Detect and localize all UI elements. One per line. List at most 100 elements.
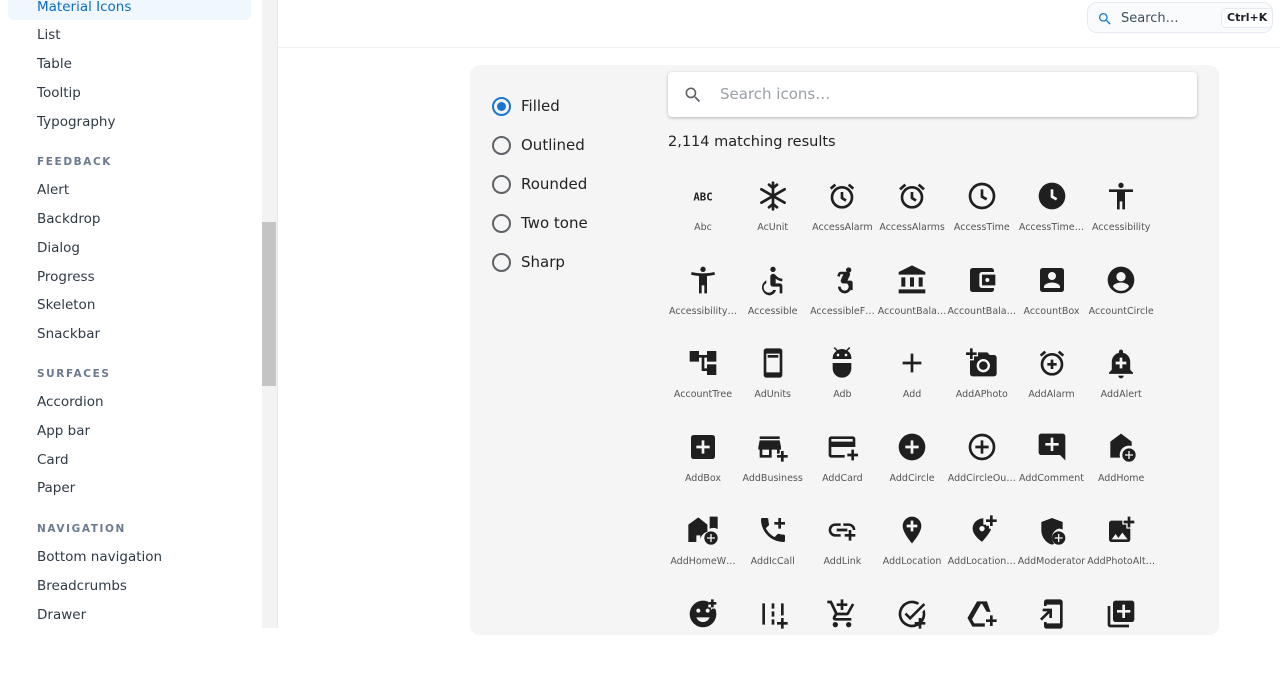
icon-tile[interactable]: Adb	[807, 347, 877, 431]
sidebar-scrollbar-thumb[interactable]	[262, 222, 276, 386]
icon-tile[interactable]	[668, 598, 738, 682]
icon-tile-label: AddBusiness	[742, 472, 803, 484]
icon-tile-label: AddPhotoAlt…	[1087, 556, 1156, 567]
icon-tile[interactable]: AddBox	[668, 431, 738, 515]
icon-tile[interactable]: AddPhotoAlt…	[1086, 514, 1156, 598]
icon-tile[interactable]: AddAlarm	[1017, 347, 1087, 431]
add-icon	[896, 347, 928, 379]
access-time-filled-icon	[1036, 180, 1068, 212]
icon-tile-label: AccountBala…	[877, 305, 947, 317]
abc-icon: ABC	[687, 180, 719, 212]
icon-tile[interactable]: AccessAlarms	[877, 180, 947, 264]
radio-button-unchecked-icon	[492, 135, 511, 155]
icon-tile[interactable]: Accessible	[738, 264, 808, 348]
sidebar-item-typography[interactable]: Typography	[8, 109, 251, 135]
icon-tile[interactable]: AddComment	[1017, 431, 1087, 515]
sidebar-item-progress[interactable]: Progress	[8, 264, 251, 290]
icon-tile[interactable]: ABC Abc	[668, 180, 738, 264]
icon-tile[interactable]: AddHome	[1086, 431, 1156, 515]
add-home-icon	[1105, 431, 1137, 463]
sidebar-item-app-bar[interactable]: App bar	[8, 418, 251, 444]
icon-tile[interactable]: AddIcCall	[738, 514, 808, 598]
radio-rounded[interactable]: Rounded	[492, 173, 587, 195]
icon-tile[interactable]: AddLocation…	[947, 514, 1017, 598]
icon-tile[interactable]	[877, 598, 947, 682]
icon-tile[interactable]: AccountTree	[668, 347, 738, 431]
icon-tile[interactable]: AccountBox	[1017, 264, 1087, 348]
sidebar-item-dialog[interactable]: Dialog	[8, 235, 251, 261]
icon-tile[interactable]	[1086, 598, 1156, 682]
sidebar-item-breadcrumbs[interactable]: Breadcrumbs	[8, 573, 251, 599]
icon-tile[interactable]: AddCircle	[877, 431, 947, 515]
sidebar-item-bottom-navigation[interactable]: Bottom navigation	[8, 544, 251, 570]
icon-tile[interactable]: AccountBala…	[877, 264, 947, 348]
search-icon	[1097, 11, 1113, 27]
icon-tile[interactable]: AddLink	[807, 514, 877, 598]
icon-tile[interactable]: AddBusiness	[738, 431, 808, 515]
radio-sharp[interactable]: Sharp	[492, 251, 565, 273]
sidebar-item-table[interactable]: Table	[8, 51, 251, 77]
icon-tile[interactable]	[738, 598, 808, 682]
icon-tile[interactable]: AddHomeW…	[668, 514, 738, 598]
icon-tile-label: AddModerator	[1017, 556, 1086, 567]
icon-tile[interactable]: Add	[877, 347, 947, 431]
icon-tile-label: AccessibleF…	[810, 305, 875, 317]
radio-two-tone[interactable]: Two tone	[492, 212, 588, 234]
account-balance-wallet-icon	[966, 264, 998, 296]
icon-tile[interactable]: AccessAlarm	[807, 180, 877, 264]
sidebar-item-skeleton[interactable]: Skeleton	[8, 292, 251, 318]
icon-tile[interactable]	[807, 598, 877, 682]
icon-tile[interactable]: AccessTime	[947, 180, 1017, 264]
icon-tile[interactable]: AcUnit	[738, 180, 808, 264]
accessibility-new-icon	[687, 264, 719, 296]
sidebar-item-snackbar[interactable]: Snackbar	[8, 321, 251, 347]
add-location-icon	[896, 514, 928, 546]
radio-button-unchecked-icon	[492, 252, 511, 272]
icon-tile-label: AccountBox	[1023, 305, 1080, 317]
radio-outlined[interactable]: Outlined	[492, 134, 585, 156]
sidebar-item-card[interactable]: Card	[8, 447, 251, 473]
ac-unit-icon	[757, 180, 789, 212]
add-to-home-screen-icon	[1036, 598, 1068, 630]
icon-tile[interactable]: AdUnits	[738, 347, 808, 431]
icon-tile[interactable]: Accessibility…	[668, 264, 738, 348]
add-to-photos-icon	[1105, 598, 1137, 630]
sidebar-item-drawer[interactable]: Drawer	[8, 602, 251, 628]
icon-tile[interactable]: AddCircleOu…	[947, 431, 1017, 515]
add-business-icon	[757, 431, 789, 463]
sidebar: Material Icons List Table Tooltip Typogr…	[0, 0, 262, 628]
icon-search-field[interactable]: Search icons…	[668, 72, 1197, 117]
site-search-button[interactable]: Search… Ctrl+K	[1087, 2, 1274, 33]
access-time-icon	[966, 180, 998, 212]
icon-tile[interactable]: AddAlert	[1086, 347, 1156, 431]
sidebar-item-list[interactable]: List	[8, 22, 251, 48]
icon-tile[interactable]	[947, 598, 1017, 682]
icon-tile[interactable]: AddLocation	[877, 514, 947, 598]
add-circle-icon	[896, 431, 928, 463]
icon-tile[interactable]: AccountCircle	[1086, 264, 1156, 348]
sidebar-item-paper[interactable]: Paper	[8, 475, 251, 501]
sidebar-item-tooltip[interactable]: Tooltip	[8, 80, 251, 106]
sidebar-item-alert[interactable]: Alert	[8, 177, 251, 203]
icon-tile[interactable]: AccessibleF…	[807, 264, 877, 348]
radio-label: Two tone	[521, 214, 588, 232]
add-a-photo-icon	[965, 347, 998, 379]
icon-tile[interactable]: Accessibility	[1086, 180, 1156, 264]
sidebar-item-accordion[interactable]: Accordion	[8, 389, 251, 415]
icon-tile[interactable]: AccountBala…	[947, 264, 1017, 348]
radio-filled[interactable]: Filled	[492, 95, 560, 117]
icon-tile[interactable]: AddCard	[807, 431, 877, 515]
icon-tile-label: AccessAlarm	[812, 222, 873, 233]
add-home-work-icon	[687, 514, 719, 546]
sidebar-section-navigation: NAVIGATION	[37, 523, 126, 535]
icon-tile[interactable]: AddAPhoto	[947, 347, 1017, 431]
icon-tile[interactable]: AddModerator	[1017, 514, 1087, 598]
icon-tile-label: Accessible	[747, 305, 798, 317]
icon-tile[interactable]	[1017, 598, 1087, 682]
accessible-forward-icon	[826, 264, 858, 296]
icon-tile[interactable]: AccessTime…	[1017, 180, 1087, 264]
add-alert-icon	[1105, 347, 1137, 379]
sidebar-item-backdrop[interactable]: Backdrop	[8, 206, 251, 232]
sidebar-item-material-icons[interactable]: Material Icons	[8, 0, 251, 20]
icon-tile-label: AddAlert	[1100, 389, 1142, 400]
